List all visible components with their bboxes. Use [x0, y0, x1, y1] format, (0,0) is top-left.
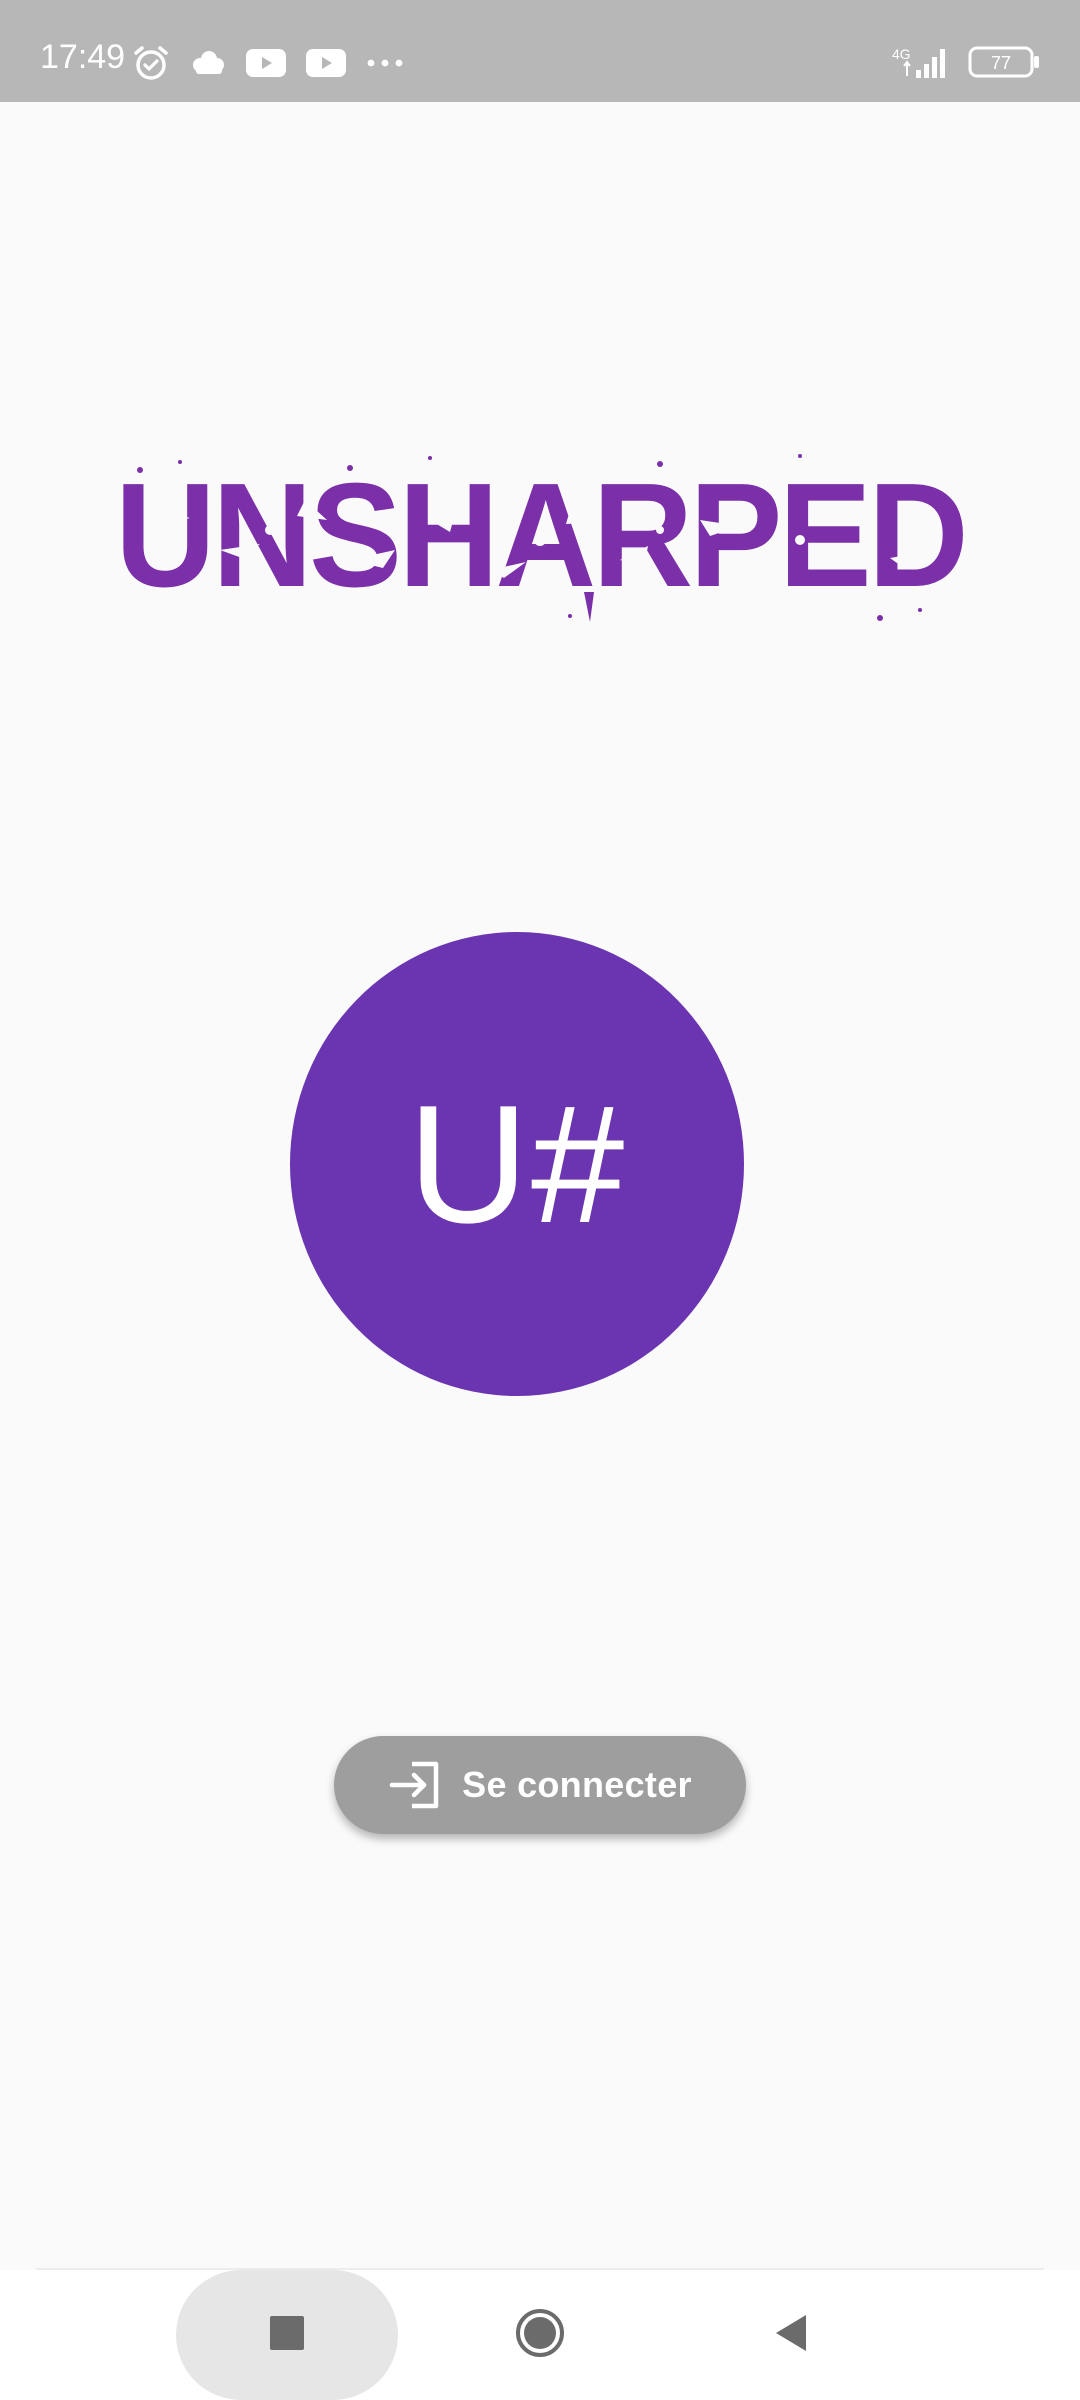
alarm-icon [134, 46, 168, 80]
recents-button[interactable] [252, 2298, 322, 2368]
unsharped-logo: UNSHARPED [100, 440, 980, 630]
app-avatar: U# [290, 932, 744, 1396]
status-notification-icons [132, 44, 404, 82]
youtube-icon [306, 49, 346, 77]
recents-square-icon [270, 2316, 304, 2350]
home-button[interactable] [505, 2298, 575, 2368]
home-circle-icon [516, 2309, 564, 2357]
status-bar: 17:49 4G 77 [0, 0, 1080, 102]
signal-icon [903, 49, 945, 78]
more-dots-icon [367, 59, 403, 67]
avatar-initials: U# [407, 1070, 627, 1258]
back-triangle-icon [776, 2315, 806, 2351]
login-button-label: Se connecter [462, 1764, 692, 1805]
youtube-icon [246, 49, 286, 77]
cloud-icon [193, 51, 224, 74]
login-icon [389, 1761, 439, 1809]
status-time: 17:49 [40, 38, 126, 76]
logo-graphic: UNSHARPED [115, 453, 969, 622]
back-button[interactable] [755, 2298, 825, 2368]
status-system-icons: 77 [902, 44, 1040, 80]
login-button[interactable]: Se connecter [334, 1736, 746, 1834]
battery-icon: 77 [968, 46, 1039, 78]
battery-level: 77 [991, 53, 1011, 73]
app-screen: 17:49 4G 77 UNSHARPED U# Se connecter [0, 0, 1080, 2400]
